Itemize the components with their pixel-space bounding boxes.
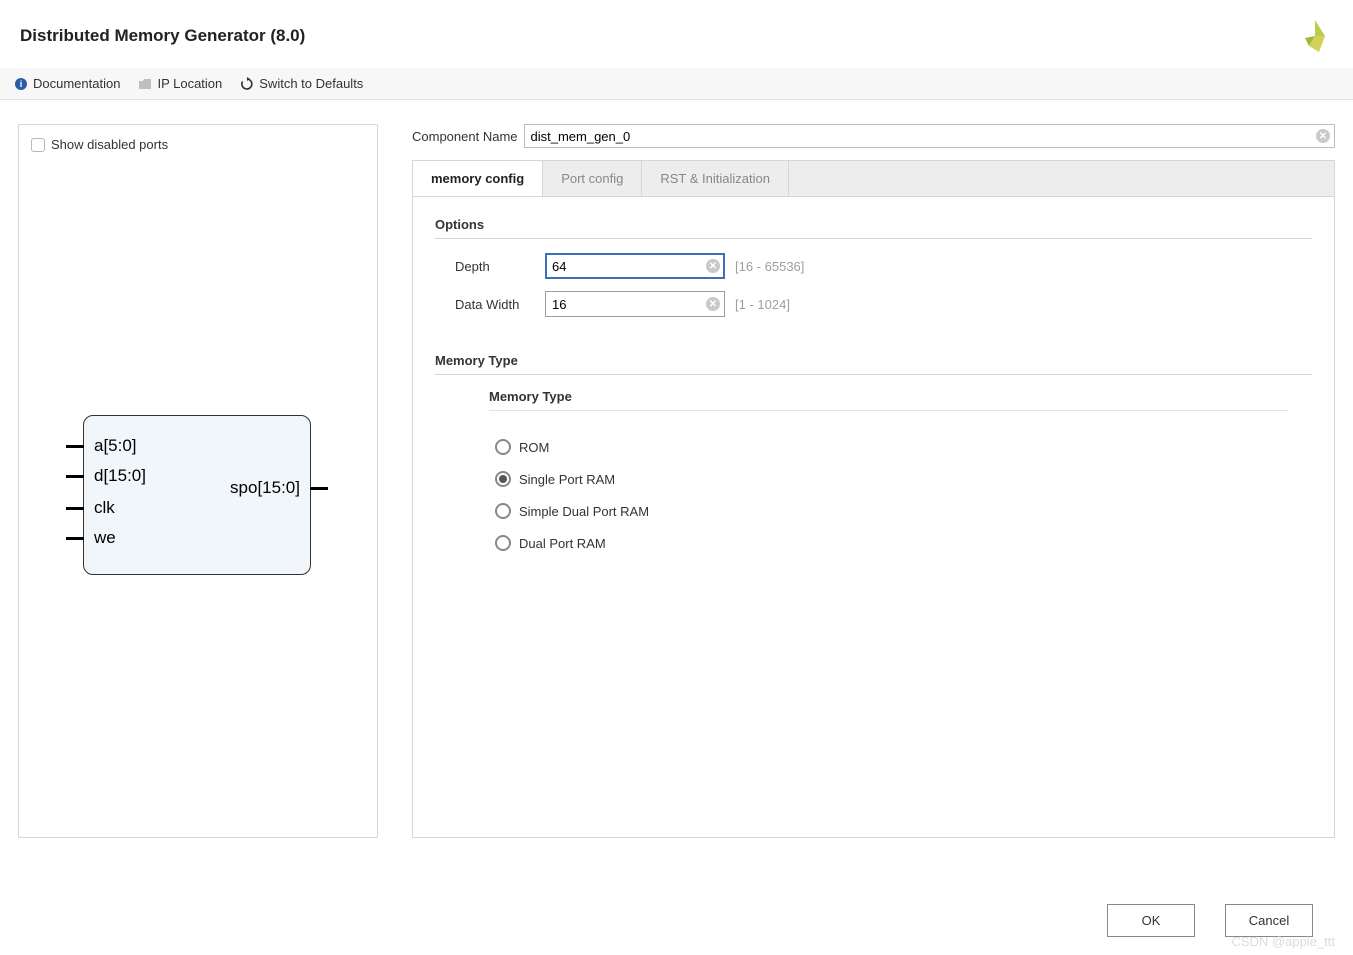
depth-label: Depth: [455, 259, 535, 274]
memory-type-header: Memory Type: [435, 353, 1312, 375]
show-disabled-ports-label: Show disabled ports: [51, 137, 168, 152]
data-width-input[interactable]: [545, 291, 725, 317]
tab-strip: memory config Port config RST & Initiali…: [412, 160, 1335, 196]
folder-icon: [138, 77, 152, 91]
config-panel: Component Name ✕ memory config Port conf…: [412, 124, 1335, 838]
radio-single-port-ram[interactable]: Single Port RAM: [495, 471, 1312, 487]
switch-defaults-link[interactable]: Switch to Defaults: [240, 76, 363, 91]
radio-icon: [495, 439, 511, 455]
radio-simple-dual-port-ram-label: Simple Dual Port RAM: [519, 504, 649, 519]
clear-icon[interactable]: ✕: [706, 259, 720, 273]
switch-defaults-label: Switch to Defaults: [259, 76, 363, 91]
radio-dual-port-ram[interactable]: Dual Port RAM: [495, 535, 1312, 551]
options-header: Options: [435, 217, 1312, 239]
radio-icon: [495, 535, 511, 551]
component-name-input[interactable]: [524, 124, 1336, 148]
radio-single-port-ram-label: Single Port RAM: [519, 472, 615, 487]
depth-hint: [16 - 65536]: [735, 259, 804, 274]
memory-type-sub-header: Memory Type: [489, 389, 1288, 411]
port-in-we: we: [66, 528, 116, 548]
data-width-hint: [1 - 1024]: [735, 297, 790, 312]
tab-port-config[interactable]: Port config: [543, 161, 642, 196]
clear-icon[interactable]: ✕: [706, 297, 720, 311]
documentation-link[interactable]: i Documentation: [14, 76, 120, 91]
radio-rom[interactable]: ROM: [495, 439, 1312, 455]
memory-type-radio-group: ROM Single Port RAM Simple Dual Port RAM…: [435, 425, 1312, 551]
cancel-button[interactable]: Cancel: [1225, 904, 1313, 937]
page-title: Distributed Memory Generator (8.0): [20, 26, 305, 46]
depth-input[interactable]: [545, 253, 725, 279]
ip-location-label: IP Location: [157, 76, 222, 91]
documentation-label: Documentation: [33, 76, 120, 91]
show-disabled-ports-checkbox[interactable]: Show disabled ports: [31, 137, 365, 152]
tab-memory-config[interactable]: memory config: [413, 161, 543, 196]
tab-rst-init[interactable]: RST & Initialization: [642, 161, 789, 196]
clear-icon[interactable]: ✕: [1316, 129, 1330, 143]
port-out-spo: spo[15:0]: [230, 478, 328, 498]
radio-dual-port-ram-label: Dual Port RAM: [519, 536, 606, 551]
vivado-logo: [1297, 18, 1333, 54]
refresh-icon: [240, 77, 254, 91]
radio-icon: [495, 503, 511, 519]
port-in-a: a[5:0]: [66, 436, 137, 456]
data-width-label: Data Width: [455, 297, 535, 312]
radio-rom-label: ROM: [519, 440, 549, 455]
radio-simple-dual-port-ram[interactable]: Simple Dual Port RAM: [495, 503, 1312, 519]
component-name-label: Component Name: [412, 129, 518, 144]
ip-location-link[interactable]: IP Location: [138, 76, 222, 91]
radio-icon: [495, 471, 511, 487]
port-in-d: d[15:0]: [66, 466, 146, 486]
port-in-clk: clk: [66, 498, 115, 518]
svg-text:i: i: [20, 79, 23, 89]
ip-symbol: a[5:0] d[15:0] clk we spo[15:0]: [83, 415, 311, 575]
symbol-panel: Show disabled ports a[5:0] d[15:0] clk w…: [18, 124, 378, 838]
ok-button[interactable]: OK: [1107, 904, 1195, 937]
checkbox-icon: [31, 138, 45, 152]
toolbar: i Documentation IP Location Switch to De…: [0, 68, 1353, 100]
info-icon: i: [14, 77, 28, 91]
